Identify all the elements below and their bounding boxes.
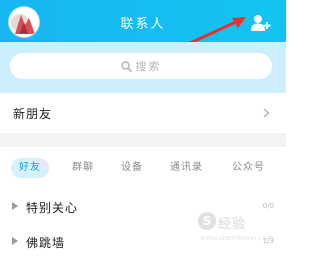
- add-contact-icon[interactable]: [251, 14, 271, 32]
- group-count: 0/0: [262, 202, 274, 210]
- new-friends-row[interactable]: 新朋友: [0, 93, 286, 133]
- group-name: 佛跳墙: [26, 236, 66, 250]
- group-count: 1/3: [262, 237, 274, 245]
- group-row[interactable]: 特别关心 0/0: [0, 191, 286, 223]
- chevron-right-icon: [263, 108, 270, 118]
- expand-arrow-icon: [12, 202, 18, 210]
- top-bar: 联系人: [0, 0, 286, 42]
- tab-address-book[interactable]: 通讯录: [170, 158, 203, 178]
- section-divider: [0, 133, 286, 147]
- page-title: 联系人: [120, 17, 166, 32]
- tab-devices[interactable]: 设备: [121, 158, 143, 178]
- tab-official-accounts[interactable]: 公众号: [232, 158, 265, 178]
- search-input[interactable]: 搜索: [10, 53, 272, 79]
- new-friends-label: 新朋友: [13, 107, 53, 121]
- tab-groups[interactable]: 群聊: [72, 158, 94, 178]
- contact-tabs: 好友 群聊 设备 通讯录 公众号: [0, 147, 286, 187]
- search-icon: [120, 60, 132, 72]
- group-name: 特别关心: [26, 201, 79, 215]
- group-row[interactable]: 佛跳墙 1/3: [0, 226, 286, 258]
- tab-friends[interactable]: 好友: [11, 158, 49, 178]
- search-placeholder: 搜索: [135, 60, 162, 73]
- expand-arrow-icon: [12, 237, 18, 245]
